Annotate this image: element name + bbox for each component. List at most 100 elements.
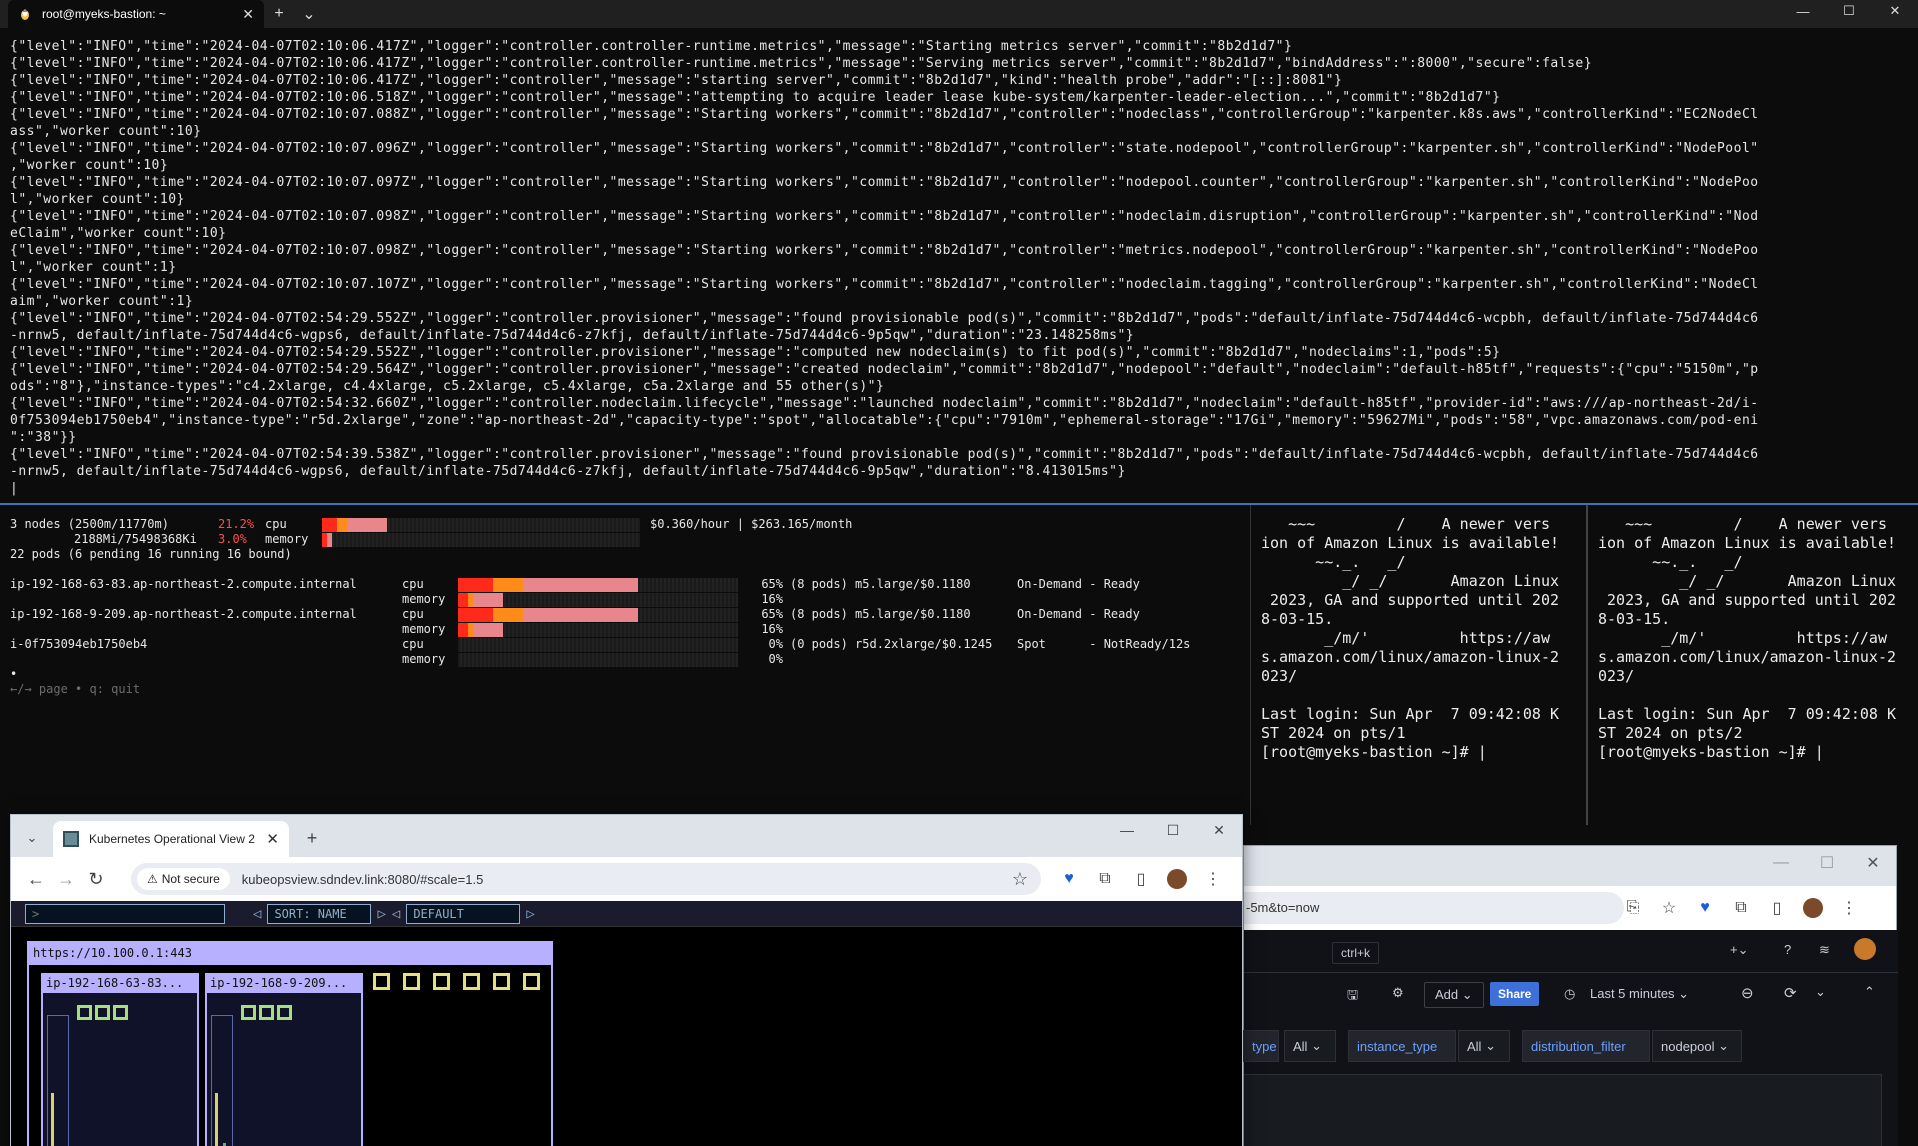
share-button[interactable]: Share <box>1490 982 1540 1006</box>
node-name: i-0f753094eb1750eb4 <box>10 637 148 651</box>
collapse-icon[interactable]: ⌃ <box>1864 984 1875 1000</box>
zoom-out-icon[interactable]: ⊖ <box>1741 984 1754 1002</box>
close-window-button[interactable]: ✕ <box>1872 0 1918 22</box>
pod-icon[interactable] <box>241 1005 256 1020</box>
menu-icon[interactable]: ⋮ <box>1195 863 1231 895</box>
log-line: {"level":"INFO","time":"2024-04-07T02:10… <box>10 107 1759 122</box>
browser-toolbar: ← → ↻ ⚠ Not secure kubeopsview.sdndev.lin… <box>11 857 1242 901</box>
var-label-text: type <box>1252 1038 1277 1054</box>
terminal-pane-logs[interactable]: {"level":"INFO","time":"2024-04-07T02:10… <box>0 33 1918 503</box>
log-line: {"level":"INFO","time":"2024-04-07T02:54… <box>10 447 1759 462</box>
maximize-button[interactable]: ☐ <box>1804 846 1850 880</box>
pod-icon[interactable] <box>113 1005 128 1020</box>
minimize-button[interactable]: — <box>1758 846 1804 880</box>
browser-window-kube-ops-view[interactable]: ⌄ Kubernetes Operational View 2 ✕ + — ☐ … <box>10 814 1243 1146</box>
chevron-down-icon[interactable]: ⌄ <box>1815 984 1826 1000</box>
time-range-picker[interactable]: Last 5 minutes ⌄ <box>1590 986 1689 1002</box>
translate-icon[interactable]: ⎘ <box>1615 892 1651 924</box>
variable-select[interactable]: All ⌄ <box>1458 1030 1510 1062</box>
node-box[interactable]: ip-192-168-63-83... <box>41 973 199 1146</box>
plus-icon[interactable]: +⌄ <box>1730 942 1748 958</box>
menu-icon[interactable]: ⋮ <box>1831 892 1867 924</box>
maximize-button[interactable]: ☐ <box>1826 0 1872 22</box>
avatar[interactable] <box>1159 863 1195 895</box>
refresh-icon[interactable]: ⟳ <box>1784 984 1797 1002</box>
back-arrow-icon[interactable]: ← <box>21 864 51 894</box>
log-line: {"level":"INFO","time":"2024-04-07T02:54… <box>10 396 1759 411</box>
node-detail: (8 pods) m5.large/$0.1180 <box>790 607 971 621</box>
close-icon[interactable]: ✕ <box>242 6 254 23</box>
log-line: {"level":"INFO","time":"2024-04-07T02:54… <box>10 345 1501 360</box>
address-bar[interactable]: -5m&to=now <box>1244 892 1624 924</box>
pod-icon[interactable] <box>277 1005 292 1020</box>
new-tab-button[interactable]: + <box>297 823 327 853</box>
pending-pod-icon[interactable] <box>463 973 480 990</box>
extensions-icon[interactable]: ⧉ <box>1723 892 1759 924</box>
terminal-pane-node-viewer[interactable]: 3 nodes (2500m/11770m) 21.2% cpu $0.360/… <box>0 505 1248 815</box>
sort-prev-icon[interactable]: ◁ <box>247 906 267 922</box>
pod-icon[interactable] <box>259 1005 274 1020</box>
help-icon[interactable]: ? <box>1784 942 1791 957</box>
log-line: {"level":"INFO","time":"2024-04-07T02:54… <box>10 362 1759 377</box>
terminal-pane-shell-1[interactable]: ~~~ / A newer vers ion of Amazon Linux i… <box>1250 505 1586 825</box>
star-icon[interactable]: ☆ <box>1651 892 1687 924</box>
star-icon[interactable]: ☆ <box>1005 864 1035 894</box>
node-detail: (0 pods) r5d.2xlarge/$0.1245 <box>790 637 993 651</box>
node-box[interactable]: ip-192-168-9-209... <box>205 973 363 1146</box>
tab-dropdown-button[interactable]: ⌄ <box>294 4 324 24</box>
namespace-select[interactable]: DEFAULT <box>406 903 521 924</box>
save-icon[interactable]: 🖫 <box>1347 986 1358 1008</box>
filter-input[interactable] <box>25 903 225 924</box>
cluster-box[interactable]: https://10.100.0.1:443 ip-192-168-63-83.… <box>27 941 553 1146</box>
maximize-button[interactable]: ☐ <box>1150 815 1196 845</box>
gear-icon[interactable]: ⚙ <box>1392 985 1404 1001</box>
namespace-next-icon[interactable]: ▷ <box>520 906 540 922</box>
close-window-button[interactable]: ✕ <box>1196 815 1242 845</box>
sidepanel-icon[interactable]: ▯ <box>1759 892 1795 924</box>
extensions-icon[interactable]: ⧉ <box>1087 863 1123 895</box>
variable-select[interactable]: All ⌄ <box>1284 1030 1336 1062</box>
sort-select[interactable]: SORT: NAME <box>267 903 372 924</box>
rss-icon[interactable]: ≋ <box>1819 942 1830 958</box>
sort-next-icon[interactable]: ▷ <box>371 906 391 922</box>
node-detail: (8 pods) m5.large/$0.1180 <box>790 577 971 591</box>
tab-kube-ops-view[interactable]: Kubernetes Operational View 2 ✕ <box>53 821 289 857</box>
node-cpu-bar <box>458 608 738 622</box>
namespace-prev-icon[interactable]: ◁ <box>392 906 406 922</box>
close-icon[interactable]: ✕ <box>266 830 279 848</box>
address-bar[interactable]: ⚠ Not secure kubeopsview.sdndev.link:8080… <box>131 863 1041 895</box>
not-secure-chip[interactable]: ⚠ Not secure <box>137 868 230 890</box>
new-tab-button[interactable]: + <box>264 5 294 23</box>
forward-arrow-icon[interactable]: → <box>51 864 81 894</box>
tab-terminal[interactable]: root@myeks-bastion: ~ ✕ <box>8 0 264 28</box>
variable-select[interactable]: nodepool ⌄ <box>1652 1030 1742 1062</box>
pending-pod-icon[interactable] <box>493 973 510 990</box>
avatar[interactable] <box>1854 938 1876 960</box>
pending-pod-icon[interactable] <box>403 973 420 990</box>
add-button[interactable]: Add ⌄ <box>1424 982 1484 1008</box>
url-text: -5m&to=now <box>1246 900 1320 915</box>
terminal-tabbar: root@myeks-bastion: ~ ✕ + ⌄ — ☐ ✕ <box>0 0 1918 28</box>
browser-window-grafana[interactable]: — ☐ ✕ -5m&to=now ⎘ ☆ ♥ ⧉ ▯ ⋮ ctrl+k +⌄ ?… <box>1243 845 1898 1146</box>
pod-icon[interactable] <box>77 1005 92 1020</box>
variable-label: type <box>1243 1030 1279 1062</box>
minimize-button[interactable]: — <box>1104 815 1150 845</box>
bookmark-heart-icon[interactable]: ♥ <box>1051 863 1087 895</box>
tab-search-icon[interactable]: ⌄ <box>17 823 47 853</box>
close-window-button[interactable]: ✕ <box>1850 846 1896 880</box>
pending-pod-icon[interactable] <box>523 973 540 990</box>
browser-toolbar: -5m&to=now ⎘ ☆ ♥ ⧉ ▯ ⋮ <box>1244 886 1896 930</box>
search-shortcut[interactable]: ctrl+k <box>1332 942 1380 964</box>
pending-pod-icon[interactable] <box>433 973 450 990</box>
sidepanel-icon[interactable]: ▯ <box>1123 863 1159 895</box>
log-line: {"level":"INFO","time":"2024-04-07T02:10… <box>10 141 1759 156</box>
reload-icon[interactable]: ↻ <box>81 864 111 894</box>
terminal-pane-shell-2[interactable]: ~~~ / A newer vers ion of Amazon Linux i… <box>1586 505 1918 825</box>
kube-ops-view-canvas: ◁ SORT: NAME ▷ ◁ DEFAULT ▷ https://10.10… <box>11 901 1242 1146</box>
log-line: {"level":"INFO","time":"2024-04-07T02:10… <box>10 90 1501 105</box>
avatar[interactable] <box>1795 892 1831 924</box>
pod-icon[interactable] <box>95 1005 110 1020</box>
minimize-button[interactable]: — <box>1780 0 1826 22</box>
bookmark-heart-icon[interactable]: ♥ <box>1687 892 1723 924</box>
pending-pod-icon[interactable] <box>373 973 390 990</box>
